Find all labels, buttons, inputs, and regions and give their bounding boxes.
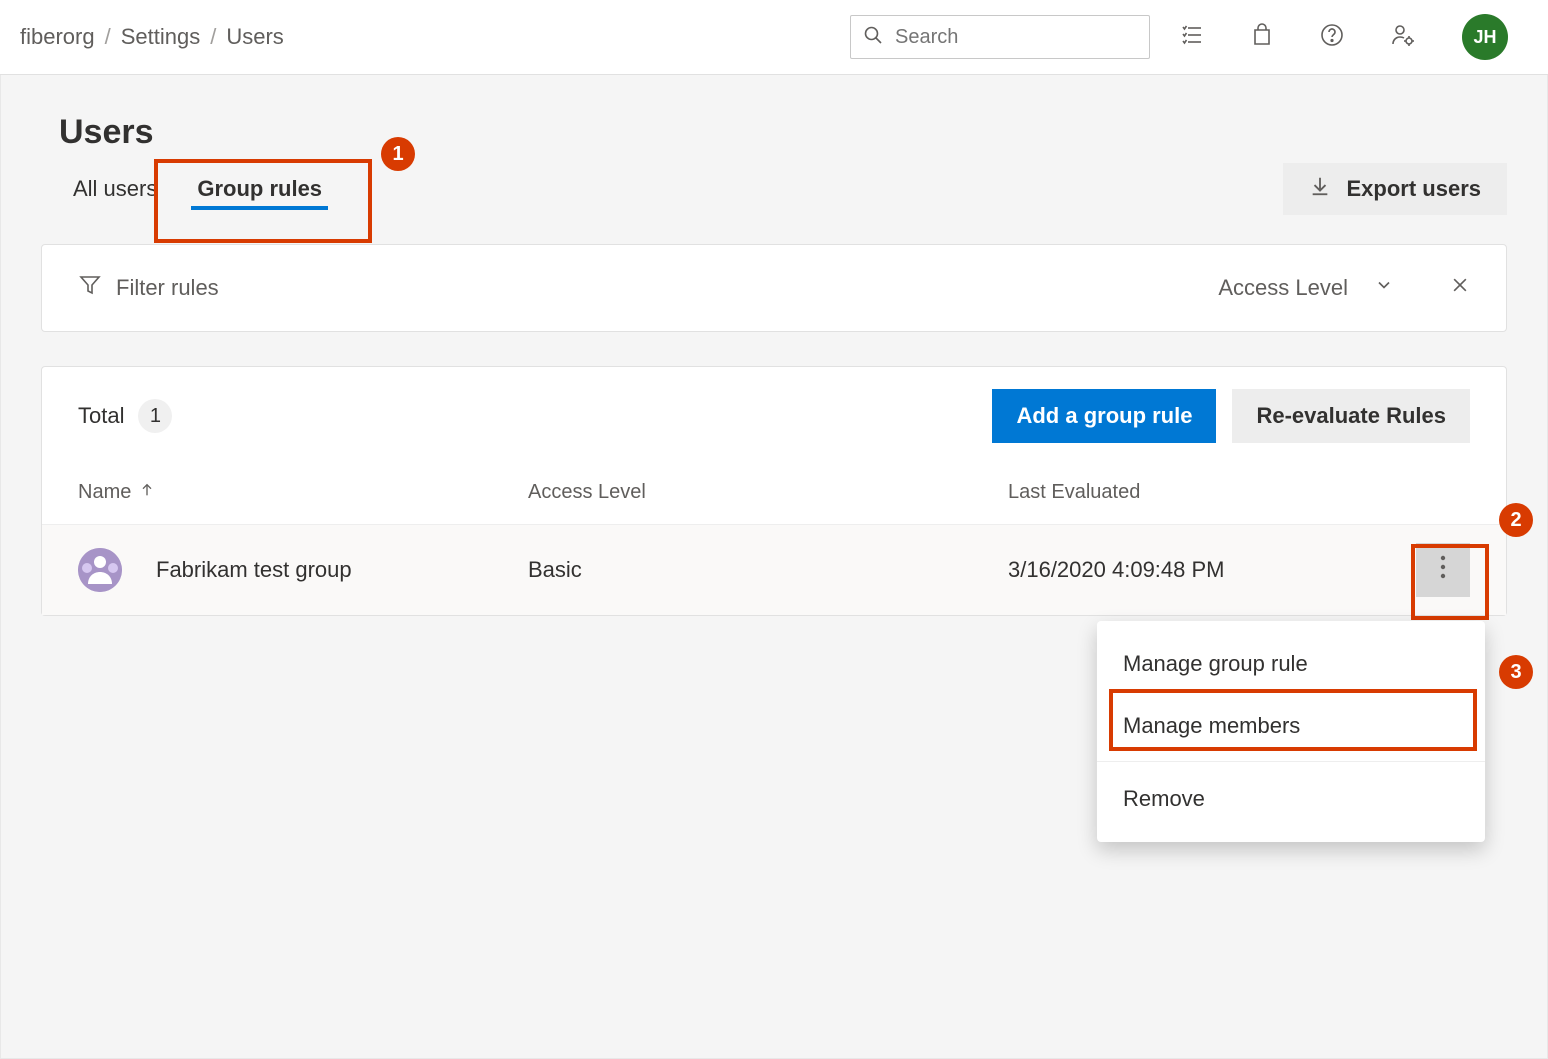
column-access-level[interactable]: Access Level bbox=[528, 481, 1008, 504]
help-icon[interactable] bbox=[1320, 23, 1344, 52]
search-input[interactable] bbox=[893, 25, 1137, 50]
chevron-down-icon[interactable] bbox=[1374, 275, 1394, 301]
filter-input[interactable]: Filter rules bbox=[116, 275, 219, 301]
row-access: Basic bbox=[528, 557, 1008, 583]
export-users-label: Export users bbox=[1347, 176, 1482, 202]
page-title: Users bbox=[59, 113, 1507, 152]
download-icon bbox=[1309, 175, 1331, 203]
sort-asc-icon bbox=[139, 481, 155, 504]
menu-manage-group-rule[interactable]: Manage group rule bbox=[1097, 633, 1485, 695]
close-icon[interactable] bbox=[1450, 275, 1470, 301]
reevaluate-rules-button[interactable]: Re-evaluate Rules bbox=[1232, 389, 1470, 443]
export-users-button[interactable]: Export users bbox=[1283, 163, 1508, 215]
panel-header: Total 1 Add a group rule Re-evaluate Rul… bbox=[42, 367, 1506, 465]
menu-remove[interactable]: Remove bbox=[1097, 768, 1485, 830]
rules-panel: Total 1 Add a group rule Re-evaluate Rul… bbox=[41, 366, 1507, 616]
more-vertical-icon bbox=[1433, 553, 1453, 587]
tabs: All users Group rules bbox=[53, 162, 342, 216]
breadcrumb-users[interactable]: Users bbox=[226, 24, 283, 50]
avatar-initials: JH bbox=[1473, 27, 1496, 48]
breadcrumb-org[interactable]: fiberorg bbox=[20, 24, 95, 50]
filter-icon bbox=[78, 273, 102, 303]
group-icon bbox=[78, 548, 122, 592]
search-icon bbox=[863, 25, 883, 50]
callout-badge-3: 3 bbox=[1499, 655, 1533, 689]
total-label: Total bbox=[78, 403, 124, 429]
breadcrumb-sep: / bbox=[210, 24, 216, 50]
tab-group-rules[interactable]: Group rules bbox=[177, 162, 342, 216]
total-count: 1 bbox=[138, 399, 172, 433]
row-name: Fabrikam test group bbox=[156, 557, 352, 583]
row-evaluated: 3/16/2020 4:09:48 PM bbox=[1008, 557, 1378, 583]
column-last-evaluated[interactable]: Last Evaluated bbox=[1008, 481, 1378, 504]
menu-manage-members[interactable]: Manage members bbox=[1097, 695, 1485, 762]
avatar[interactable]: JH bbox=[1462, 14, 1508, 60]
add-group-rule-button[interactable]: Add a group rule bbox=[992, 389, 1216, 443]
tab-all-users[interactable]: All users bbox=[53, 162, 177, 216]
top-icons: JH bbox=[1180, 14, 1528, 60]
search-box[interactable] bbox=[850, 15, 1150, 59]
shopping-bag-icon[interactable] bbox=[1250, 23, 1274, 52]
breadcrumb-settings[interactable]: Settings bbox=[121, 24, 201, 50]
top-bar: fiberorg / Settings / Users JH bbox=[0, 0, 1548, 75]
more-actions-button[interactable] bbox=[1416, 543, 1470, 597]
filter-chip-access-level[interactable]: Access Level bbox=[1218, 275, 1348, 301]
filter-bar: Filter rules Access Level bbox=[41, 244, 1507, 332]
row-actions-menu: Manage group rule Manage members Remove bbox=[1097, 621, 1485, 842]
user-settings-icon[interactable] bbox=[1390, 22, 1416, 53]
page-body: Users All users Group rules Export users… bbox=[0, 75, 1548, 1059]
callout-badge-2: 2 bbox=[1499, 503, 1533, 537]
column-name[interactable]: Name bbox=[78, 481, 528, 504]
callout-badge-1: 1 bbox=[381, 137, 415, 171]
table-header: Name Access Level Last Evaluated bbox=[42, 465, 1506, 524]
breadcrumb: fiberorg / Settings / Users bbox=[20, 24, 850, 50]
table-row[interactable]: Fabrikam test group Basic 3/16/2020 4:09… bbox=[42, 524, 1506, 615]
breadcrumb-sep: / bbox=[105, 24, 111, 50]
tabs-row: All users Group rules Export users bbox=[53, 162, 1507, 216]
list-icon[interactable] bbox=[1180, 23, 1204, 52]
